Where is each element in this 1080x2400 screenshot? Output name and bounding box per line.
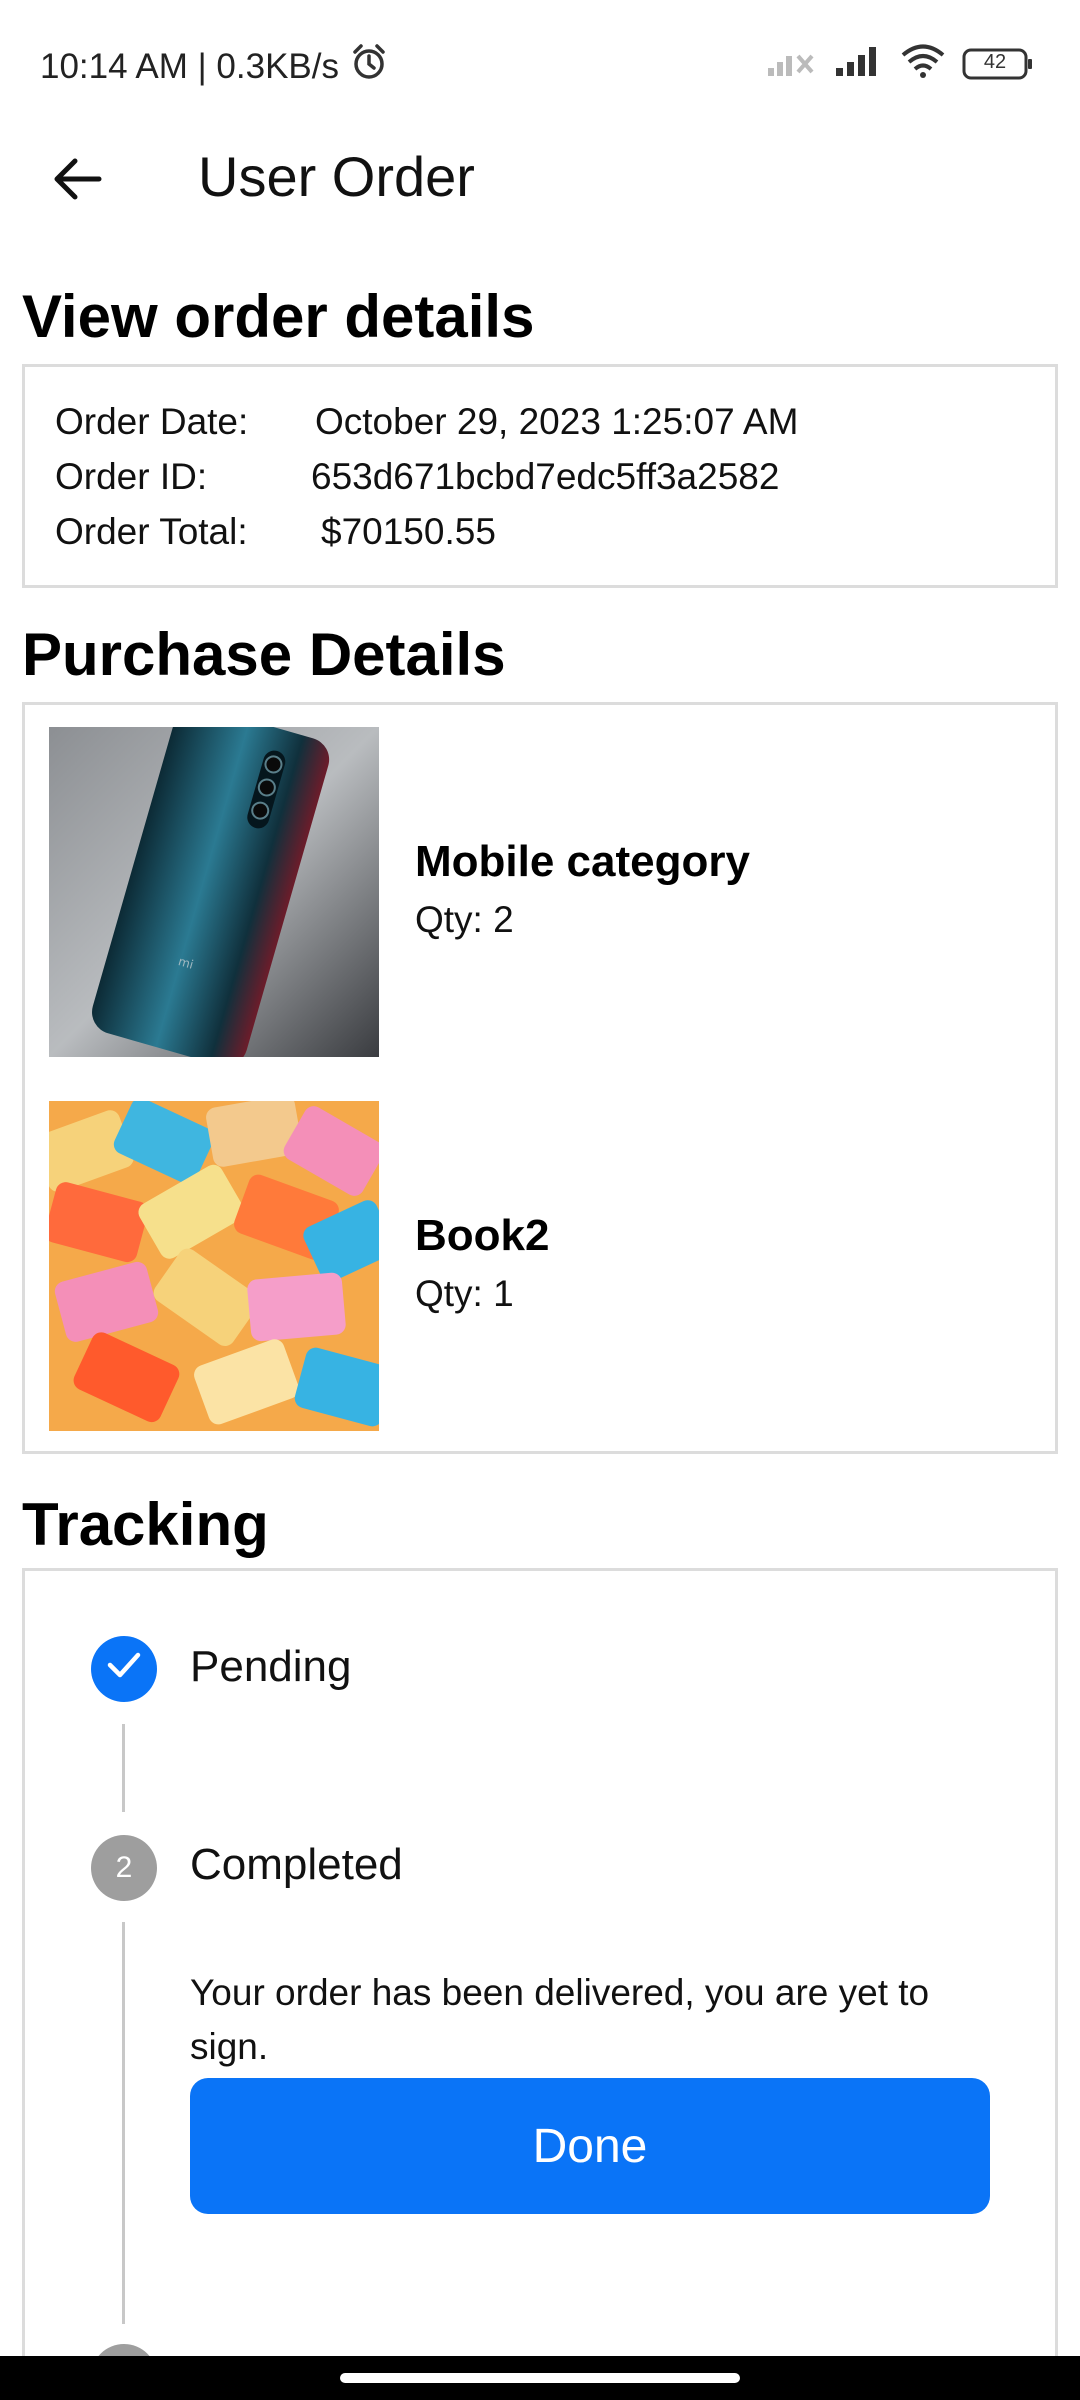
tracking-heading: Tracking — [22, 1491, 269, 1558]
back-button[interactable] — [40, 144, 114, 218]
battery-icon: 42 — [962, 47, 1034, 81]
step-pending-indicator — [91, 1636, 157, 1702]
step-pending-label: Pending — [190, 1642, 352, 1691]
step-completed-indicator: 2 — [91, 1835, 157, 1901]
app-bar: User Order — [0, 130, 1080, 226]
wifi-icon — [900, 44, 946, 83]
purchase-details-card: mi Mobile category Qty: 2 Book2 Qty: 1 — [22, 702, 1058, 1454]
order-details-card: Order Date: October 29, 2023 1:25:07 AM … — [22, 364, 1058, 588]
step-connector — [122, 1724, 125, 1812]
order-total-label: Order Total: — [55, 511, 248, 552]
status-right: 42 — [766, 44, 1034, 83]
product-image-book — [49, 1101, 379, 1431]
signal-icon — [834, 44, 884, 83]
check-icon — [107, 1651, 141, 1687]
home-indicator[interactable] — [340, 2373, 740, 2383]
step-number: 2 — [115, 1851, 133, 1884]
step-connector — [122, 1922, 125, 2324]
alarm-icon — [349, 42, 389, 91]
signal-weak-icon — [766, 44, 818, 83]
status-left: 10:14 AM | 0.3KB/s — [40, 42, 389, 91]
purchase-details-heading: Purchase Details — [22, 621, 506, 688]
product-qty-book: Qty: 1 — [415, 1273, 514, 1314]
order-date-value: October 29, 2023 1:25:07 AM — [315, 401, 799, 442]
order-details-heading: View order details — [22, 283, 535, 350]
status-time-speed: 10:14 AM | 0.3KB/s — [40, 46, 339, 86]
order-id-value: 653d671bcbd7edc5ff3a2582 — [311, 456, 780, 497]
product-image-mobile: mi — [49, 727, 379, 1057]
user-order-screen: 10:14 AM | 0.3KB/s 42 User Order View or… — [0, 0, 1080, 2400]
battery-level: 42 — [983, 50, 1007, 73]
order-id-label: Order ID: — [55, 456, 208, 497]
product-name-mobile: Mobile category — [415, 837, 750, 886]
done-button[interactable]: Done — [190, 2078, 990, 2214]
order-total-value: $70150.55 — [321, 511, 496, 552]
page-title: User Order — [198, 145, 475, 208]
step-completed-label: Completed — [190, 1840, 403, 1889]
product-qty-mobile: Qty: 2 — [415, 899, 514, 940]
product-name-book: Book2 — [415, 1211, 550, 1260]
step-completed-description: Your order has been delivered, you are y… — [190, 1972, 930, 2067]
order-date-label: Order Date: — [55, 401, 249, 442]
status-bar: 10:14 AM | 0.3KB/s 42 — [0, 0, 1080, 130]
back-arrow-icon — [51, 156, 103, 207]
